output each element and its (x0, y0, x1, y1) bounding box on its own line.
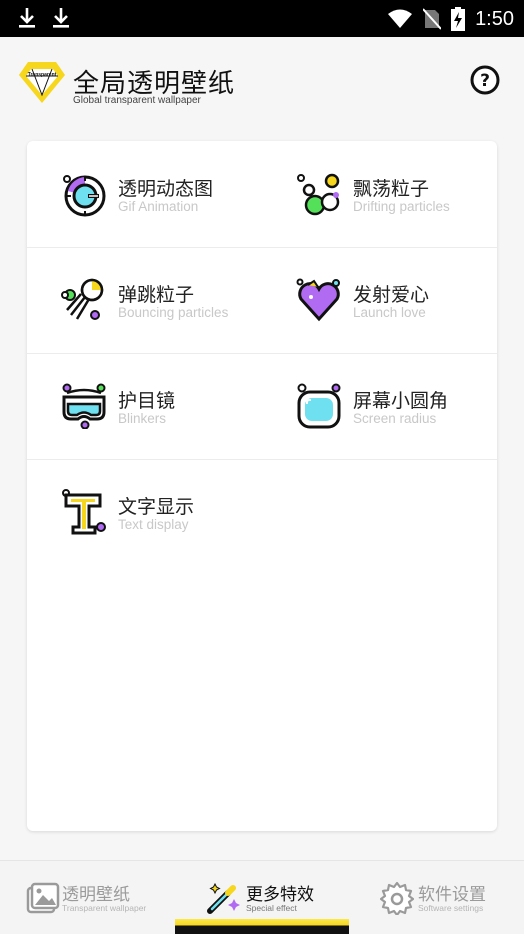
feature-label: 文字显示 (118, 496, 195, 518)
gif-animation-icon (63, 175, 106, 217)
battery-charging-icon (451, 7, 466, 31)
wifi-icon (388, 9, 413, 28)
active-tab-indicator (175, 919, 349, 934)
download-icon (53, 8, 69, 28)
feature-row: 弹跳粒子 Bouncing particles 发射爱心 Launch love (27, 247, 497, 354)
feature-sublabel: Screen radius (353, 411, 437, 426)
status-bar: 1:50 (0, 0, 524, 37)
feature-label: 飘荡粒子 (353, 178, 430, 200)
page-subtitle: Global transparent wallpaper (73, 95, 201, 106)
feature-launch-love[interactable]: 发射爱心 Launch love (262, 247, 497, 353)
magic-wand-icon (207, 882, 240, 914)
tab-label: 更多特效 (246, 885, 314, 905)
bottom-nav: 透明壁纸 Transparent wallpaper 更多特效 Special … (0, 860, 524, 934)
feature-sublabel: Blinkers (118, 411, 167, 426)
feature-goggles[interactable]: 护目镜 Blinkers (27, 353, 262, 459)
tab-label: 软件设置 (418, 885, 486, 905)
app-logo: Transparent (19, 62, 65, 103)
feature-bouncing-particles[interactable]: 弹跳粒子 Bouncing particles (27, 247, 262, 353)
feature-row: 文字显示 Text display (27, 459, 497, 565)
feature-screen-radius[interactable]: 屏幕小圆角 Screen radius (262, 353, 497, 459)
feature-label: 护目镜 (118, 390, 176, 412)
app-header: Transparent 全局透明壁纸 Global transparent wa… (0, 37, 524, 132)
svg-text:Transparent: Transparent (28, 72, 57, 78)
feature-sublabel: Text display (118, 517, 189, 532)
feature-drifting-particles[interactable]: 飘荡粒子 Drifting particles (262, 141, 497, 247)
feature-label: 屏幕小圆角 (353, 390, 449, 412)
text-display-icon (62, 489, 106, 535)
help-icon[interactable]: ? (470, 65, 500, 95)
feature-label: 弹跳粒子 (118, 284, 195, 306)
download-icon (19, 8, 35, 28)
tab-transparent-wallpaper[interactable]: 透明壁纸 Transparent wallpaper (0, 861, 175, 934)
feature-sublabel: Gif Animation (118, 199, 199, 214)
svg-text:?: ? (480, 71, 490, 91)
feature-sublabel: Launch love (353, 305, 426, 320)
bouncing-particles-icon (61, 278, 104, 320)
no-sim-icon (423, 8, 442, 30)
feature-card: 透明动态图 Gif Animation 飘荡粒子 Drifting partic… (27, 141, 497, 831)
feature-sublabel: Drifting particles (353, 199, 450, 214)
status-time: 1:50 (475, 7, 514, 30)
feature-row: 护目镜 Blinkers 屏幕小圆角 Screen radius (27, 353, 497, 460)
feature-text-display[interactable]: 文字显示 Text display (27, 459, 262, 565)
goggles-icon (62, 383, 106, 429)
tab-sublabel: Software settings (418, 903, 484, 913)
launch-love-icon (296, 278, 340, 322)
tab-sublabel: Special effect (246, 903, 297, 913)
tab-label: 透明壁纸 (62, 885, 130, 905)
feature-row: 透明动态图 Gif Animation 飘荡粒子 Drifting partic… (27, 141, 497, 248)
feature-sublabel: Bouncing particles (118, 305, 229, 320)
feature-label: 透明动态图 (118, 178, 214, 200)
wallpaper-icon (26, 882, 60, 914)
feature-label: 发射爱心 (353, 284, 430, 306)
tab-sublabel: Transparent wallpaper (62, 903, 147, 913)
gear-icon (380, 881, 414, 915)
screen-radius-icon (297, 383, 341, 429)
tab-software-settings[interactable]: 软件设置 Software settings (350, 861, 524, 934)
drifting-particles-icon (297, 173, 340, 216)
feature-gif-animation[interactable]: 透明动态图 Gif Animation (27, 141, 262, 247)
